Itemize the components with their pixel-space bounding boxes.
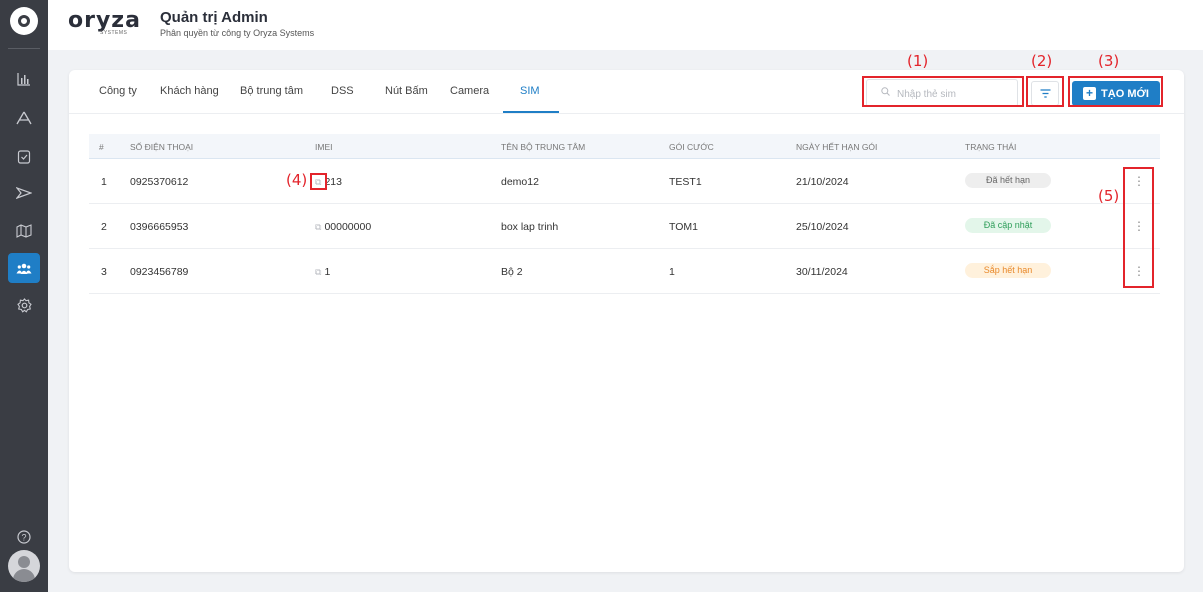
map-icon [16,224,32,238]
annotation-box-create [1068,76,1163,107]
row-expiry: 30/11/2024 [796,266,848,278]
col-expiry: NGÀY HẾT HẠN GÓI [796,142,878,152]
col-plan: GÓI CƯỚC [669,142,714,152]
tab-camera[interactable]: Camera [450,85,489,97]
row-center: demo12 [501,176,539,188]
users-icon [16,263,32,274]
col-imei: IMEI [315,142,333,152]
help-icon: ? [17,530,31,544]
sidebar-item-drone[interactable] [8,178,40,208]
active-tab-indicator [503,111,559,113]
page-subtitle: Phân quyền từ công ty Oryza Systems [160,28,315,38]
sidebar-divider [8,48,40,49]
sidebar-item-users[interactable] [8,253,40,283]
tab-buttons[interactable]: Nút Bấm [385,85,428,97]
col-center: TÊN BỘ TRUNG TÂM [501,142,586,152]
bar-chart-icon [17,73,30,86]
settings-icon [16,297,32,313]
row-phone: 0925370612 [130,176,189,188]
help-button[interactable]: ? [8,522,40,552]
row-imei-cell: ⧉ 00000000 [315,221,371,233]
annotation-label-3: (3) [1098,52,1120,70]
sidebar: ? [0,0,48,592]
annotation-box-actions [1123,167,1154,288]
row-index: 3 [101,266,107,278]
row-center: Bộ 2 [501,266,523,278]
table-row[interactable]: 1 0925370612 ⧉ 213 demo12 TEST1 21/10/202… [89,159,1160,204]
sidebar-item-dashboard[interactable] [8,64,40,94]
tab-center-units[interactable]: Bộ trung tâm [240,85,303,97]
page-title: Quản trị Admin [160,9,268,26]
annotation-label-5: (5) [1098,187,1120,205]
annotation-box-copy [310,173,327,190]
row-center: box lap trinh [501,221,559,233]
row-expiry: 21/10/2024 [796,176,849,188]
row-imei: 00000000 [324,221,372,233]
row-index: 1 [101,176,107,188]
row-imei-cell: ⧉ 1 [315,266,330,278]
row-plan: 1 [669,266,675,278]
col-phone: SỐ ĐIỆN THOẠI [130,142,194,152]
sidebar-item-tasks[interactable] [8,141,40,171]
annotation-label-1: (1) [907,52,929,70]
row-plan: TEST1 [669,176,702,188]
table-row[interactable]: 2 0396665953 ⧉ 00000000 box lap trinh TOM… [89,204,1160,249]
col-index: # [99,142,104,152]
tab-dss[interactable]: DSS [331,85,354,97]
row-index: 2 [101,221,107,233]
user-avatar[interactable] [8,550,40,582]
brand-subtext: SYSTEMS [100,30,128,36]
tab-sim[interactable]: SIM [520,85,540,97]
app-logo-icon[interactable] [10,7,38,35]
drone-icon [16,187,32,199]
annotation-label-2: (2) [1031,52,1053,70]
road-sign-icon [16,111,32,125]
annotation-box-search [862,76,1024,107]
tab-customers[interactable]: Khách hàng [160,85,219,97]
row-phone: 0396665953 [130,221,189,233]
sidebar-item-map[interactable] [8,216,40,246]
sidebar-item-settings[interactable] [8,290,40,320]
clipboard-check-icon [17,149,31,164]
copy-icon[interactable]: ⧉ [315,267,321,278]
row-expiry: 25/10/2024 [796,221,849,233]
tab-company[interactable]: Công ty [99,85,137,97]
sidebar-item-traffic[interactable] [8,103,40,133]
table-row[interactable]: 3 0923456789 ⧉ 1 Bộ 2 1 30/11/2024 Sắp hế… [89,249,1160,294]
row-phone: 0923456789 [130,266,189,278]
help-glyph: ? [21,532,26,542]
copy-icon[interactable]: ⧉ [315,222,321,233]
table-header: # SỐ ĐIỆN THOẠI IMEI TÊN BỘ TRUNG TÂM GÓ… [89,134,1160,159]
row-imei: 213 [324,176,342,188]
content-card: Công ty Khách hàng Bộ trung tâm DSS Nút … [69,70,1184,572]
status-badge: Sắp hết hạn [965,263,1051,278]
status-badge: Đã cập nhật [965,218,1051,233]
status-badge: Đã hết hạn [965,173,1051,188]
col-status: TRẠNG THÁI [965,142,1017,152]
header: oryza SYSTEMS Quản trị Admin Phân quyền … [48,0,1203,50]
annotation-box-filter [1026,76,1064,107]
row-imei: 1 [324,266,331,278]
row-plan: TOM1 [669,221,698,233]
annotation-label-4: (4) [286,171,308,189]
